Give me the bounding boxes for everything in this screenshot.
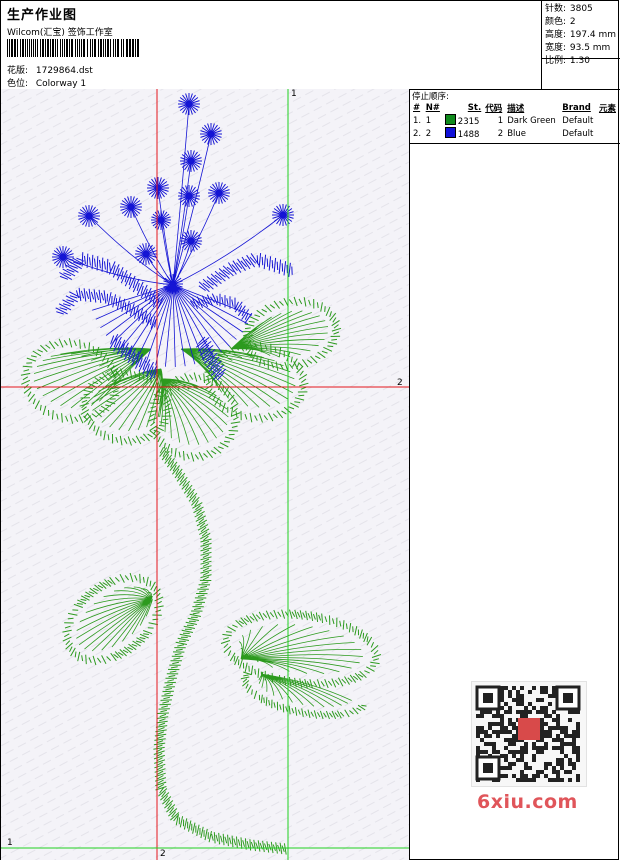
qr-code — [471, 681, 587, 787]
stop-sequence-table: # N# St. 代码 描述 Brand 元素 1. 1 2315 1 Dark… — [411, 101, 619, 141]
site-watermark: 6xiu.com — [477, 791, 578, 813]
page-title: 生产作业图 — [7, 8, 78, 23]
embroidery-design — [1, 89, 409, 860]
qr-stamp-logo — [518, 718, 540, 740]
stat-width: 宽度: 93.5 mm — [545, 43, 611, 53]
color-swatch — [444, 127, 456, 138]
stats-panel: 针数: 3805 颜色: 2 高度: 197.4 mm 宽度: 93.5 mm … — [541, 1, 620, 89]
design-preview: 1 2 2 1 — [1, 89, 410, 860]
design-file-line: 花版: 1729864.dst — [7, 63, 93, 76]
stat-height: 高度: 197.4 mm — [545, 30, 617, 40]
stop-sequence-panel: 停止顺序: # N# St. 代码 描述 Brand 元素 1. 1 2315 — [409, 89, 620, 144]
stat-colors: 颜色: 2 — [545, 17, 576, 27]
col-code: 代码 — [485, 103, 503, 114]
colorway-label: 色位: — [7, 79, 29, 89]
table-row: 2. 2 1488 2 Blue Default — [413, 127, 594, 140]
guide-label-top: 1 — [291, 89, 297, 99]
col-description: 描述 — [507, 103, 525, 114]
guide-label-bottom: 2 — [160, 849, 166, 859]
guide-label-left: 1 — [7, 838, 13, 848]
design-file-name: 1729864.dst — [35, 66, 93, 76]
table-header-row: # N# St. 代码 描述 Brand 元素 — [411, 101, 619, 114]
guide-label-right: 2 — [397, 378, 403, 388]
studio-name: Wilcom(汇宝) 签饰工作室 — [7, 28, 113, 38]
col-stitches: St. — [467, 102, 482, 113]
barcode — [7, 39, 139, 57]
stats-divider — [542, 58, 620, 59]
col-brand: Brand — [562, 102, 591, 113]
design-file-label: 花版: — [7, 66, 29, 76]
colorway-name: Colorway 1 — [35, 79, 87, 89]
table-row: 1. 1 2315 1 Dark Green Default — [413, 114, 594, 127]
header: 生产作业图 Wilcom(汇宝) 签饰工作室 花版: 1729864.dst 色… — [1, 1, 620, 90]
col-n: N# — [425, 102, 440, 113]
colorway-line: 色位: Colorway 1 — [7, 76, 86, 89]
stat-stitches: 针数: 3805 — [545, 4, 593, 14]
color-swatch — [444, 114, 456, 125]
fabric-texture — [1, 89, 409, 860]
stat-scale: 比例: 1.30 — [545, 56, 590, 66]
col-element: 元素 — [598, 103, 616, 114]
production-worksheet: 生产作业图 Wilcom(汇宝) 签饰工作室 花版: 1729864.dst 色… — [0, 0, 620, 860]
col-index: # — [413, 102, 421, 113]
